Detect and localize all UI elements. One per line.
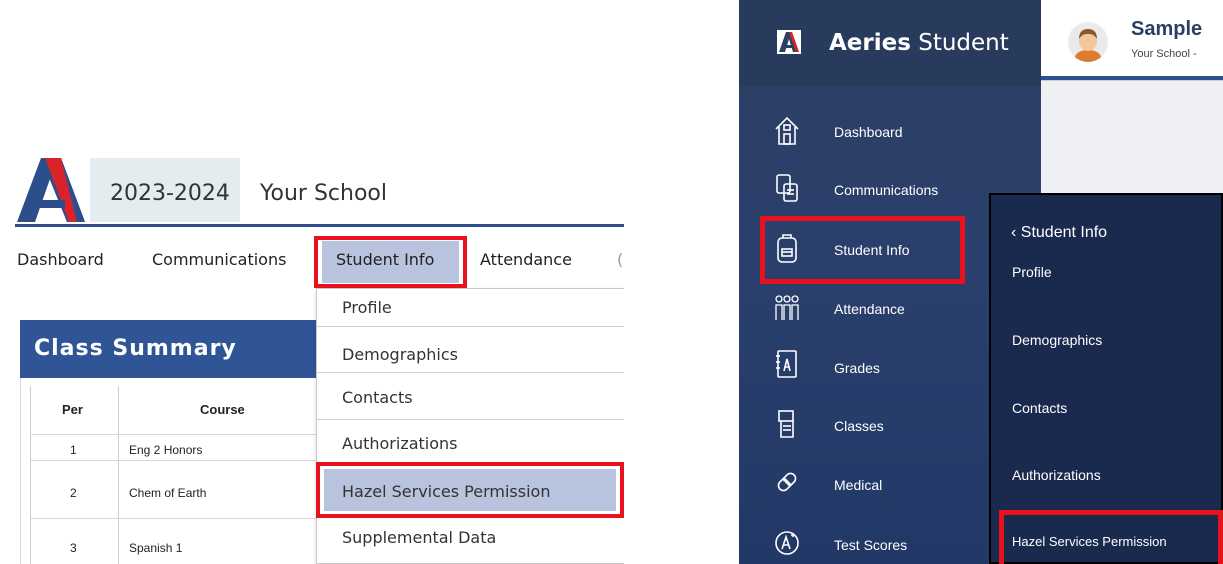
- nav-dashboard[interactable]: Dashboard: [17, 250, 104, 269]
- flyout-item-contacts[interactable]: Contacts: [1012, 400, 1067, 416]
- nav-overflow-item[interactable]: (: [617, 250, 623, 269]
- table-cell-per: 1: [70, 443, 77, 457]
- sidebar-item-medical[interactable]: Medical: [834, 477, 882, 493]
- col-header-course: Course: [200, 402, 245, 417]
- sidebar-item-test-scores[interactable]: Test Scores: [834, 537, 907, 553]
- dropdown-divider: [316, 326, 624, 327]
- aeries-logo-icon: [777, 30, 801, 54]
- dropdown-item-profile[interactable]: Profile: [342, 298, 392, 317]
- flyout-back-title[interactable]: ‹ Student Info: [1011, 224, 1107, 242]
- avatar[interactable]: [1068, 22, 1108, 62]
- flyout-item-demographics[interactable]: Demographics: [1012, 332, 1102, 348]
- table-row-divider: [30, 434, 330, 435]
- table-cell-course[interactable]: Chem of Earth: [129, 486, 206, 500]
- dropdown-item-contacts[interactable]: Contacts: [342, 388, 413, 407]
- home-icon: [775, 116, 799, 145]
- classes-icon: [778, 410, 794, 438]
- student-portal-screenshot: Aeries Student Sample Your School - Dash…: [739, 0, 1223, 564]
- sidebar-item-attendance[interactable]: Attendance: [834, 301, 905, 317]
- table-col-divider: [118, 386, 119, 564]
- table-row-divider: [30, 460, 330, 461]
- table-cell-course[interactable]: Eng 2 Honors: [129, 443, 202, 457]
- student-info-flyout: [989, 193, 1223, 564]
- school-name: Your School: [260, 181, 387, 206]
- classic-portal-screenshot: 2023-2024 Your School Dashboard Communic…: [0, 0, 624, 564]
- attendance-icon: [775, 295, 799, 320]
- sidebar-item-classes[interactable]: Classes: [834, 418, 884, 434]
- sidebar-item-dashboard[interactable]: Dashboard: [834, 124, 903, 140]
- sidebar-item-communications[interactable]: Communications: [834, 182, 938, 198]
- user-school: Your School -: [1131, 48, 1197, 60]
- col-header-per: Per: [62, 402, 83, 417]
- table-cell-per: 3: [70, 541, 77, 555]
- dropdown-item-authorizations[interactable]: Authorizations: [342, 434, 458, 453]
- dropdown-item-supplemental-data[interactable]: Supplemental Data: [342, 528, 496, 547]
- medical-icon: [777, 472, 797, 492]
- class-summary-title: Class Summary: [34, 336, 237, 361]
- flyout-item-profile[interactable]: Profile: [1012, 264, 1052, 280]
- backpack-icon: [777, 234, 797, 263]
- sidebar-item-student-info[interactable]: Student Info: [834, 242, 910, 258]
- nav-communications[interactable]: Communications: [152, 250, 286, 269]
- nav-student-info[interactable]: Student Info: [336, 250, 434, 269]
- dropdown-item-hazel-services[interactable]: Hazel Services Permission: [342, 482, 550, 501]
- header-divider: [15, 224, 624, 227]
- topbar-divider: [1041, 80, 1223, 81]
- dropdown-item-demographics[interactable]: Demographics: [342, 345, 458, 364]
- communications-icon: [776, 174, 798, 202]
- dropdown-divider: [316, 372, 624, 373]
- dropdown-divider: [316, 419, 624, 420]
- nav-attendance[interactable]: Attendance: [480, 250, 572, 269]
- table-row-divider: [30, 518, 330, 519]
- avatar-icon: [1068, 22, 1108, 62]
- user-name: Sample: [1131, 18, 1203, 40]
- school-year: 2023-2024: [110, 181, 230, 206]
- flyout-item-hazel-services[interactable]: Hazel Services Permission: [1012, 534, 1167, 549]
- flyout-item-authorizations[interactable]: Authorizations: [1012, 467, 1101, 483]
- grades-icon: [776, 350, 797, 378]
- table-cell-course[interactable]: Spanish 1: [129, 541, 182, 555]
- sidebar-item-grades[interactable]: Grades: [834, 360, 880, 376]
- brand-title: Aeries Student: [829, 30, 1009, 56]
- test-scores-icon: [775, 531, 799, 555]
- table-cell-per: 2: [70, 486, 77, 500]
- aeries-logo-icon: [15, 158, 87, 222]
- student-info-dropdown: [316, 288, 624, 564]
